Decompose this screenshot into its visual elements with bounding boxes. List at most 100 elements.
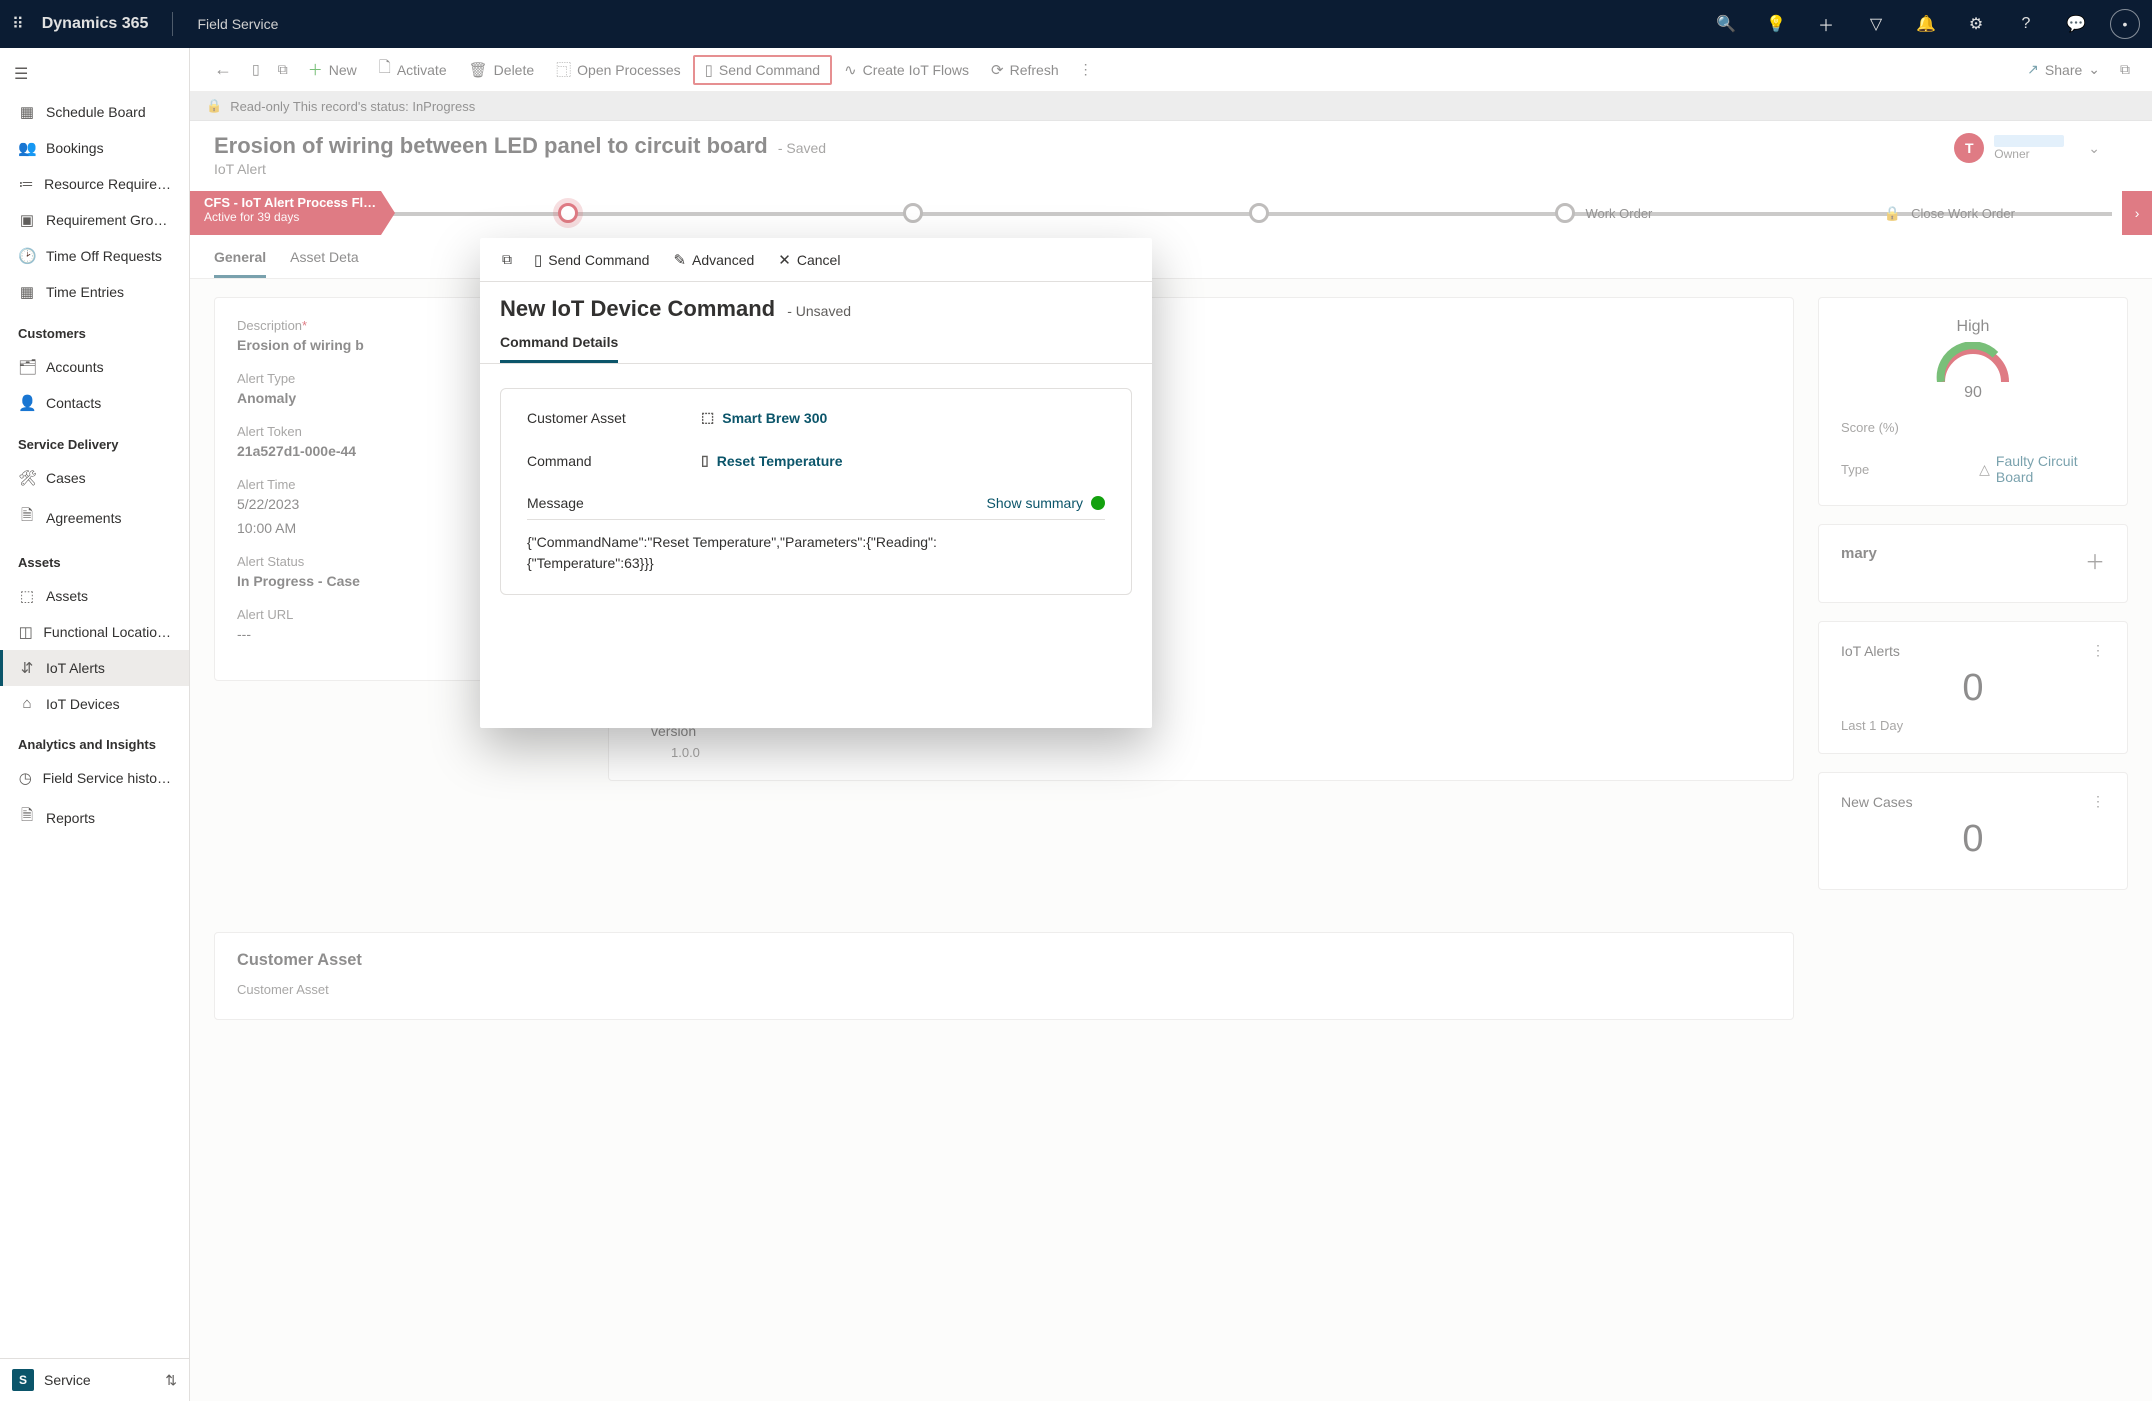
nav-fs-history[interactable]: ◷ Field Service histo…: [0, 760, 189, 796]
new-iot-device-command-dialog: ⧉ ▯ Send Command ✎ Advanced ✕ Cancel New…: [480, 238, 1152, 728]
dialog-tab-command-details[interactable]: Command Details: [500, 334, 618, 363]
nav-group-service-delivery: Service Delivery: [0, 421, 189, 460]
customer-asset-lookup[interactable]: ⬚ Smart Brew 300: [701, 409, 827, 426]
tab-asset-details[interactable]: Asset Deta: [290, 249, 358, 278]
warning-icon: △: [1979, 461, 1990, 478]
command-lookup[interactable]: ▯ Reset Temperature: [701, 452, 843, 469]
send-command-button[interactable]: ▯ Send Command: [693, 55, 832, 85]
share-icon: ↗: [2027, 61, 2039, 78]
calendar-icon: ▦: [18, 103, 36, 121]
cmd-label: Cancel: [797, 252, 841, 268]
activate-button[interactable]: 🗋 Activate: [369, 51, 457, 88]
nav-iot-alerts[interactable]: ⇵ IoT Alerts: [0, 650, 189, 686]
owner-avatar[interactable]: T: [1954, 133, 1984, 163]
chevron-down-icon[interactable]: ⌄: [2088, 140, 2100, 157]
add-tile-button[interactable]: ＋: [2085, 546, 2105, 575]
new-cases-tile[interactable]: New Cases ⋮ 0: [1818, 772, 2128, 890]
overflow-menu-icon[interactable]: ⋮: [1071, 57, 1101, 82]
nav-timeoff[interactable]: 🕑 Time Off Requests: [0, 238, 189, 274]
nav-assets[interactable]: ⬚ Assets: [0, 578, 189, 614]
plus-icon[interactable]: ＋: [1810, 8, 1842, 40]
gear-icon[interactable]: ⚙: [1960, 8, 1992, 40]
nav-label: Requirement Gro…: [46, 212, 167, 228]
hamburger-icon[interactable]: ☰: [0, 54, 189, 94]
nav-bookings[interactable]: 👥 Bookings: [0, 130, 189, 166]
share-button[interactable]: ↗ Share ⌄: [2017, 55, 2110, 84]
bell-icon[interactable]: 🔔: [1910, 8, 1942, 40]
close-icon: ✕: [778, 251, 791, 269]
tile-menu-icon[interactable]: ⋮: [2091, 642, 2105, 659]
nav-contacts[interactable]: 👤 Contacts: [0, 385, 189, 421]
nav-functional-locations[interactable]: ◫ Functional Locatio…: [0, 614, 189, 650]
nav-label: Time Entries: [46, 284, 124, 300]
iot-alerts-tile[interactable]: IoT Alerts ⋮ 0 Last 1 Day: [1818, 621, 2128, 754]
open-new-window-icon[interactable]: ⧉: [270, 57, 296, 82]
cmd-label: Open Processes: [577, 62, 681, 78]
chat-icon[interactable]: 💬: [2060, 8, 2092, 40]
nav-iot-devices[interactable]: ⌂ IoT Devices: [0, 686, 189, 721]
owner-label: Owner: [1994, 147, 2064, 161]
dialog-cancel-button[interactable]: ✕ Cancel: [768, 245, 850, 275]
refresh-button[interactable]: ⟳ Refresh: [981, 55, 1069, 85]
nav-schedule-board[interactable]: ▦ Schedule Board: [0, 94, 189, 130]
incident-type-value[interactable]: Faulty Circuit Board: [1996, 453, 2105, 485]
show-summary-link[interactable]: Show summary: [987, 495, 1105, 511]
bpf-next-stage-button[interactable]: ›: [2122, 191, 2152, 235]
bpf-active-stage[interactable]: CFS - IoT Alert Process Fl… Active for 3…: [190, 191, 395, 235]
calendar-icon: ▦: [18, 283, 36, 301]
tile-count: 0: [1841, 667, 2105, 710]
cmd-label: Activate: [397, 62, 447, 78]
user-avatar[interactable]: •: [2110, 9, 2140, 39]
building-icon: 🗂: [18, 358, 36, 376]
nav-label: Assets: [46, 588, 88, 604]
nav-label: Schedule Board: [46, 104, 146, 120]
tile-count: 0: [1841, 818, 2105, 861]
nav-resource-req[interactable]: ≔ Resource Require…: [0, 166, 189, 202]
record-title: Erosion of wiring between LED panel to c…: [214, 133, 768, 158]
new-button[interactable]: ＋ New: [298, 53, 367, 86]
filter-icon[interactable]: ▽: [1860, 8, 1892, 40]
message-body[interactable]: {"CommandName":"Reset Temperature","Para…: [527, 532, 1047, 574]
nav-time-entries[interactable]: ▦ Time Entries: [0, 274, 189, 310]
person-icon: 👤: [18, 394, 36, 412]
bpf-node-3[interactable]: [1249, 203, 1269, 223]
nav-agreements[interactable]: 🗎 Agreements: [0, 496, 189, 539]
brand-label: Dynamics 365: [42, 15, 149, 33]
customer-asset-label: Customer Asset: [527, 410, 677, 426]
nav-cases[interactable]: 🛠 Cases: [0, 460, 189, 496]
lightbulb-icon[interactable]: 💡: [1760, 8, 1792, 40]
tab-general[interactable]: General: [214, 249, 266, 278]
app-launcher-icon[interactable]: ⠿: [12, 14, 24, 34]
open-new-window-icon[interactable]: ⧉: [494, 247, 520, 272]
app-name-label[interactable]: Field Service: [197, 16, 278, 32]
score-label: Score (%): [1841, 420, 1981, 435]
dialog-send-command-button[interactable]: ▯ Send Command: [524, 245, 659, 275]
open-processes-button[interactable]: ⿹ Open Processes: [546, 53, 691, 86]
nav-label: IoT Devices: [46, 696, 120, 712]
bpf-stage5-label: Close Work Order: [1911, 206, 2015, 221]
nav-requirement-groups[interactable]: ▣ Requirement Gro…: [0, 202, 189, 238]
bpf-node-2[interactable]: [903, 203, 923, 223]
summary-section: mary ＋: [1818, 524, 2128, 603]
description-label: Description: [237, 318, 302, 333]
summary-heading: mary: [1841, 545, 1877, 562]
create-iot-flows-button[interactable]: ∿ Create IoT Flows: [834, 55, 979, 85]
form-selector-icon[interactable]: ▯: [244, 57, 268, 82]
search-icon[interactable]: 🔍: [1710, 8, 1742, 40]
command-label: Command: [527, 453, 677, 469]
help-icon[interactable]: ?: [2010, 8, 2042, 40]
bpf-node-1[interactable]: [558, 203, 578, 223]
back-button[interactable]: ←: [204, 55, 242, 84]
advanced-icon: ✎: [673, 251, 686, 269]
bpf-node-4[interactable]: [1555, 203, 1575, 223]
dialog-advanced-button[interactable]: ✎ Advanced: [663, 245, 764, 275]
popout-icon[interactable]: ⧉: [2112, 57, 2138, 82]
unsaved-suffix: - Unsaved: [787, 303, 851, 319]
nav-accounts[interactable]: 🗂 Accounts: [0, 349, 189, 385]
area-switcher[interactable]: S Service ⇅: [0, 1358, 189, 1401]
page-icon: 🗋: [379, 57, 391, 82]
tile-menu-icon[interactable]: ⋮: [2091, 793, 2105, 810]
nav-reports[interactable]: 🗎 Reports: [0, 796, 189, 839]
delete-button[interactable]: 🗑 Delete: [459, 55, 545, 85]
nav-label: Cases: [46, 470, 86, 486]
